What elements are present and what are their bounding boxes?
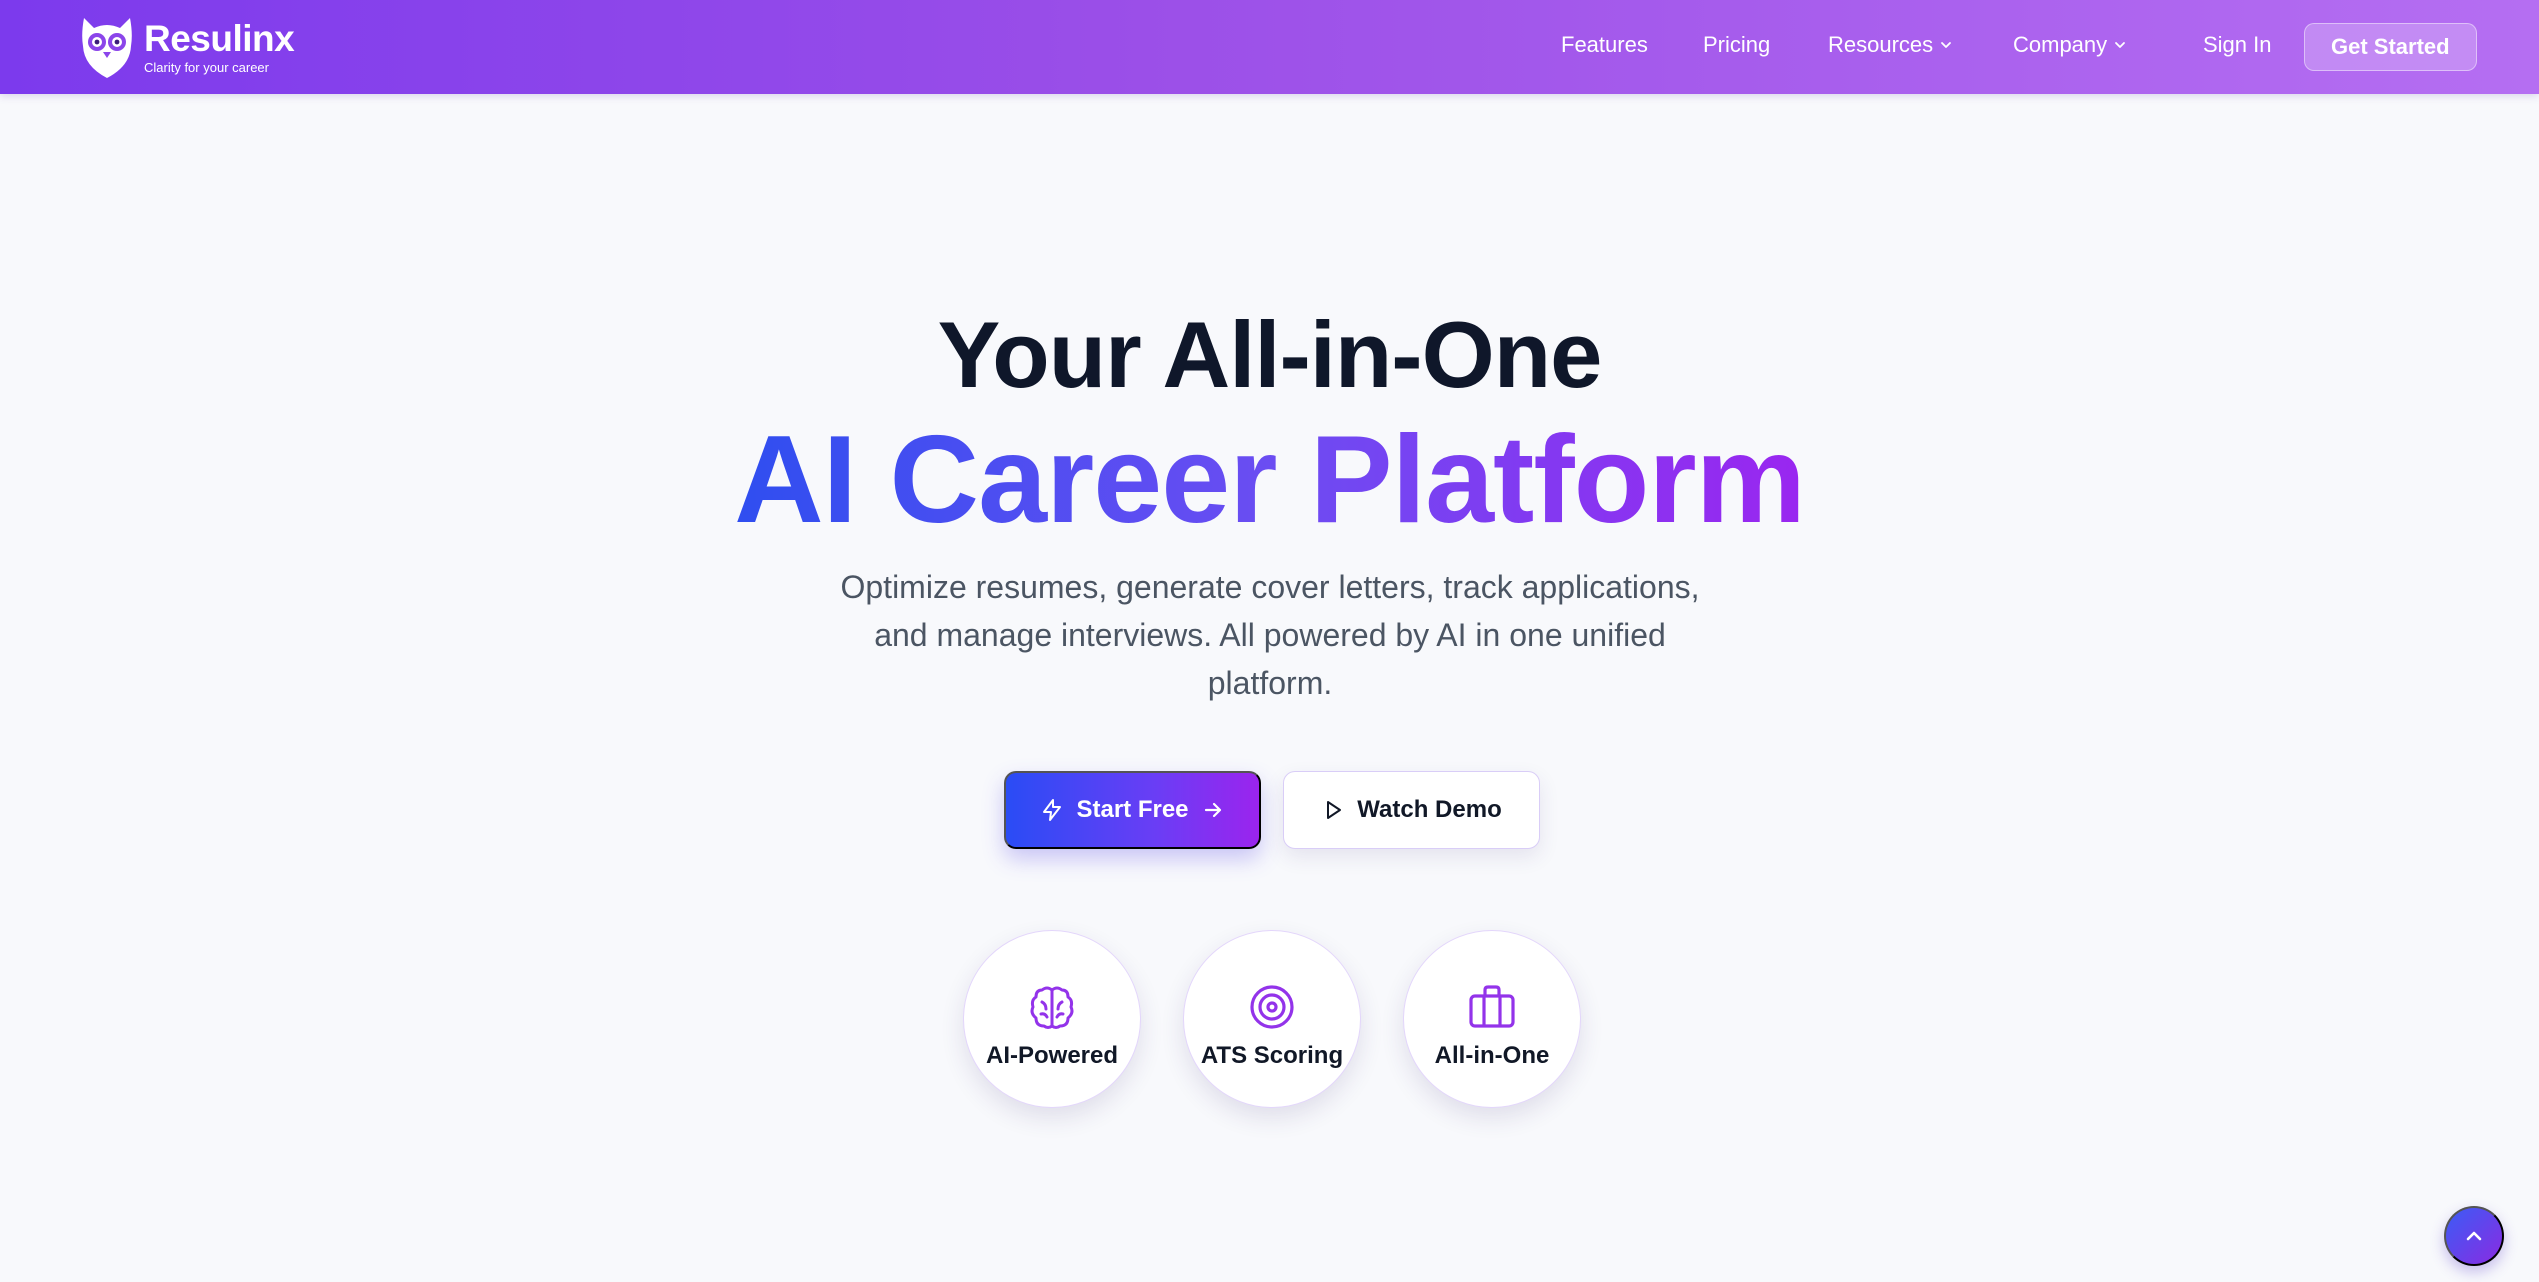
nav-resources-label: Resources xyxy=(1828,32,1934,57)
lightning-icon xyxy=(1043,799,1062,821)
hero-gradient-text: AI Career Platform xyxy=(734,411,1806,549)
brand-logo-link[interactable]: Resulinx Clarity for your career xyxy=(78,14,295,80)
hero-subtitle: Optimize resumes, generate cover letters… xyxy=(840,569,1700,701)
get-started-button[interactable]: Get Started xyxy=(2304,23,2477,71)
brand-tagline: Clarity for your career xyxy=(144,59,269,75)
hero-title-line2: AI Career Platform xyxy=(0,410,2539,550)
scroll-to-top-button[interactable] xyxy=(2444,1206,2504,1266)
nav-pricing-link[interactable]: Pricing xyxy=(1703,32,1770,58)
chevron-up-icon xyxy=(2466,1231,2482,1241)
nav-company-dropdown[interactable]: Company xyxy=(2013,32,2127,58)
play-icon xyxy=(1327,801,1342,819)
chevron-down-icon xyxy=(1941,42,1952,48)
feature-label: All-in-One xyxy=(1434,1042,1550,1069)
brain-icon xyxy=(1030,986,1074,1029)
feature-ai-powered: AI-Powered xyxy=(963,930,1141,1108)
nav-resources-dropdown[interactable]: Resources xyxy=(1828,32,1953,58)
feature-label: ATS Scoring xyxy=(1200,1042,1344,1069)
chevron-down-icon xyxy=(2115,42,2126,48)
nav-features-link[interactable]: Features xyxy=(1561,32,1648,58)
owl-logo-icon xyxy=(82,18,132,78)
top-navbar: Resulinx Clarity for your career Feature… xyxy=(0,0,2539,94)
start-free-button[interactable]: Start Free xyxy=(1004,771,1261,849)
start-free-label: Start Free xyxy=(1076,796,1189,823)
feature-ats-scoring: ATS Scoring xyxy=(1183,930,1361,1108)
watch-demo-label: Watch Demo xyxy=(1357,796,1502,823)
arrow-right-icon xyxy=(1204,802,1221,818)
watch-demo-button[interactable]: Watch Demo xyxy=(1283,771,1540,849)
brand-name: Resulinx xyxy=(144,17,295,59)
hero-title-line1: Your All-in-One xyxy=(937,302,1603,407)
feature-label: AI-Powered xyxy=(985,1042,1119,1069)
target-icon xyxy=(1250,985,1294,1029)
sign-in-link[interactable]: Sign In xyxy=(2203,32,2272,58)
nav-company-label: Company xyxy=(2013,32,2108,57)
briefcase-icon xyxy=(1469,985,1515,1028)
feature-all-in-one: All-in-One xyxy=(1403,930,1581,1108)
